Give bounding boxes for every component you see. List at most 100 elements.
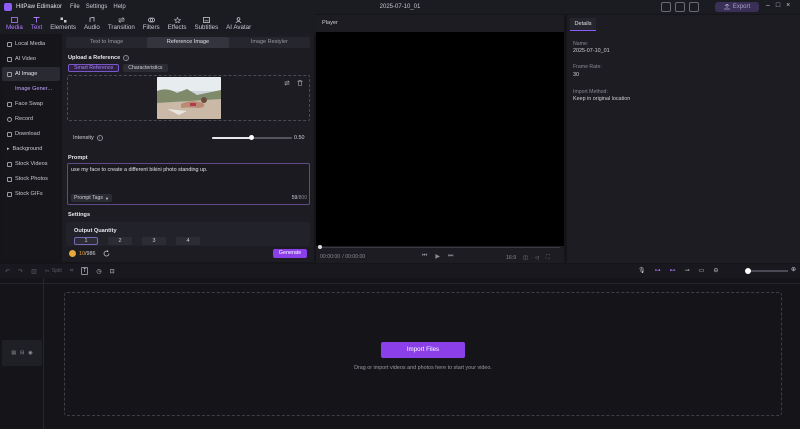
- zoom-in-icon[interactable]: ⊕: [791, 266, 796, 273]
- aspect-ratio-select[interactable]: 16:9: [506, 255, 516, 261]
- monitor-icon[interactable]: [661, 2, 671, 12]
- player-viewport[interactable]: [316, 32, 564, 246]
- prompt-input[interactable]: use my face to create a different bikini…: [67, 163, 310, 205]
- quantity-option-2[interactable]: 2: [108, 237, 132, 245]
- sidebar-item-label: AI Video: [15, 56, 37, 62]
- face-swap-icon: [7, 101, 12, 107]
- tab-media-label: Media: [6, 24, 23, 31]
- tab-details[interactable]: Details: [570, 18, 596, 31]
- sidebar-item-download[interactable]: Download: [2, 127, 60, 141]
- zoom-slider-handle[interactable]: [745, 268, 751, 274]
- delete-icon[interactable]: ▥: [31, 268, 37, 275]
- sidebar-item-background[interactable]: ▸ Background: [2, 142, 60, 156]
- sidebar-item-stock-videos[interactable]: Stock Videos: [2, 157, 60, 171]
- quantity-option-1[interactable]: 1: [74, 237, 98, 245]
- sidebar-item-record[interactable]: Record: [2, 112, 60, 126]
- reference-photo-icon: [157, 77, 221, 119]
- previous-frame-icon[interactable]: ⏮: [422, 253, 427, 260]
- play-icon[interactable]: ▶: [435, 253, 440, 260]
- track-thumbnail-icon[interactable]: ▤: [11, 350, 16, 356]
- tab-subtitles[interactable]: Subtitles: [190, 14, 222, 34]
- subtab-reference-image[interactable]: Reference Image: [147, 37, 229, 48]
- tab-media[interactable]: Media: [2, 14, 27, 34]
- snapshot-icon[interactable]: ◫: [523, 255, 528, 261]
- tab-text-label: Text: [30, 24, 43, 31]
- sidebar-item-local-media[interactable]: Local Media: [2, 37, 60, 51]
- export-icon: [723, 4, 730, 10]
- maximize-icon[interactable]: □: [776, 2, 780, 9]
- sidebar-item-face-swap[interactable]: Face Swap: [2, 97, 60, 111]
- menu-file[interactable]: File: [70, 4, 80, 10]
- player-progress-bar[interactable]: [320, 247, 560, 248]
- detail-name-value: 2025-07-10_01: [573, 48, 610, 54]
- export-button[interactable]: Export: [715, 2, 759, 12]
- export-label: Export: [732, 4, 751, 10]
- volume-icon[interactable]: ◁: [535, 255, 539, 261]
- zoom-out-icon[interactable]: ⊖: [713, 267, 718, 274]
- minimize-icon[interactable]: –: [766, 2, 770, 9]
- prompt-tags-dropdown[interactable]: Prompt Tags ▼: [71, 194, 112, 202]
- generate-button[interactable]: Generate: [273, 249, 307, 258]
- info-icon[interactable]: i: [123, 55, 130, 61]
- grid-icon[interactable]: [675, 2, 685, 12]
- intensity-slider-handle[interactable]: [249, 135, 254, 140]
- link-icon[interactable]: ⊷: [670, 267, 676, 274]
- fit-icon[interactable]: ▭: [699, 267, 705, 274]
- sidebar-item-stock-photos[interactable]: Stock Photos: [2, 172, 60, 186]
- crop-icon[interactable]: ⌗: [70, 268, 73, 275]
- sidebar-item-image-generator[interactable]: Image Gener...: [2, 82, 60, 96]
- prompt-text: use my face to create a different bikini…: [71, 167, 208, 173]
- sidebar-item-label: Background: [12, 146, 43, 152]
- tab-audio[interactable]: Audio: [80, 14, 104, 34]
- redo-icon[interactable]: ↷: [18, 268, 23, 275]
- text-icon: [33, 17, 40, 23]
- subtab-text-to-image[interactable]: Text to Image: [66, 37, 147, 48]
- lock-icon[interactable]: ⊟: [20, 350, 24, 356]
- import-files-button[interactable]: Import Files: [381, 342, 465, 358]
- tab-ai-avatar[interactable]: AI Avatar: [222, 14, 255, 34]
- sidebar-item-label: Stock Videos: [15, 161, 48, 167]
- refresh-icon[interactable]: [103, 250, 110, 257]
- sidebar-item-label: Stock Photos: [15, 176, 48, 182]
- sidebar-item-ai-image[interactable]: AI Image: [2, 67, 60, 81]
- sidebar-item-stock-gifs[interactable]: Stock GIFs: [2, 187, 60, 201]
- menu-settings[interactable]: Settings: [86, 4, 108, 10]
- freeze-icon[interactable]: ⊡: [110, 268, 115, 275]
- tab-filters[interactable]: Filters: [139, 14, 164, 34]
- tab-elements[interactable]: Elements: [46, 14, 80, 34]
- track-header-divider: [43, 278, 44, 429]
- snap-icon[interactable]: ⊶: [655, 267, 661, 274]
- notification-icon[interactable]: [689, 2, 699, 12]
- text-tool-icon[interactable]: T: [81, 267, 89, 275]
- tab-text[interactable]: Text: [27, 14, 46, 34]
- next-frame-icon[interactable]: ⏭: [448, 253, 453, 260]
- smart-reference-button[interactable]: Smart Reference: [68, 64, 120, 72]
- chain-icon[interactable]: ⊸: [685, 267, 690, 274]
- quantity-options: 1 2 3 4: [74, 237, 200, 245]
- menu-help[interactable]: Help: [113, 4, 125, 10]
- player-playhead[interactable]: [318, 245, 322, 249]
- tab-transition[interactable]: Transition: [104, 14, 139, 34]
- app-logo-icon: [4, 3, 12, 11]
- quantity-option-3[interactable]: 3: [142, 237, 166, 245]
- speed-icon[interactable]: ◷: [96, 268, 101, 275]
- quantity-option-4[interactable]: 4: [176, 237, 200, 245]
- time-current: 00:00:00: [320, 254, 341, 260]
- tab-effects[interactable]: Effects: [164, 14, 191, 34]
- visibility-icon[interactable]: ◉: [28, 350, 32, 356]
- sidebar-item-label: Image Gener...: [15, 86, 53, 92]
- player-options: 16:9 ◫ ◁ ⛶: [506, 254, 550, 261]
- close-icon[interactable]: ×: [786, 2, 790, 9]
- microphone-icon[interactable]: 🎙: [638, 267, 646, 274]
- split-button[interactable]: ✂ Split: [45, 268, 62, 275]
- characteristics-button[interactable]: Characteristics: [123, 64, 168, 72]
- fullscreen-icon[interactable]: ⛶: [546, 254, 550, 261]
- zoom-slider-track[interactable]: [746, 270, 788, 272]
- credits-counter: 10 /986: [79, 251, 96, 257]
- info-icon[interactable]: i: [96, 135, 103, 141]
- undo-icon[interactable]: ↶: [5, 268, 10, 275]
- replace-icon[interactable]: [284, 80, 290, 86]
- sidebar-item-ai-video[interactable]: AI Video: [2, 52, 60, 66]
- subtab-image-restyler[interactable]: Image Restyler: [229, 37, 310, 48]
- delete-icon[interactable]: [297, 80, 303, 86]
